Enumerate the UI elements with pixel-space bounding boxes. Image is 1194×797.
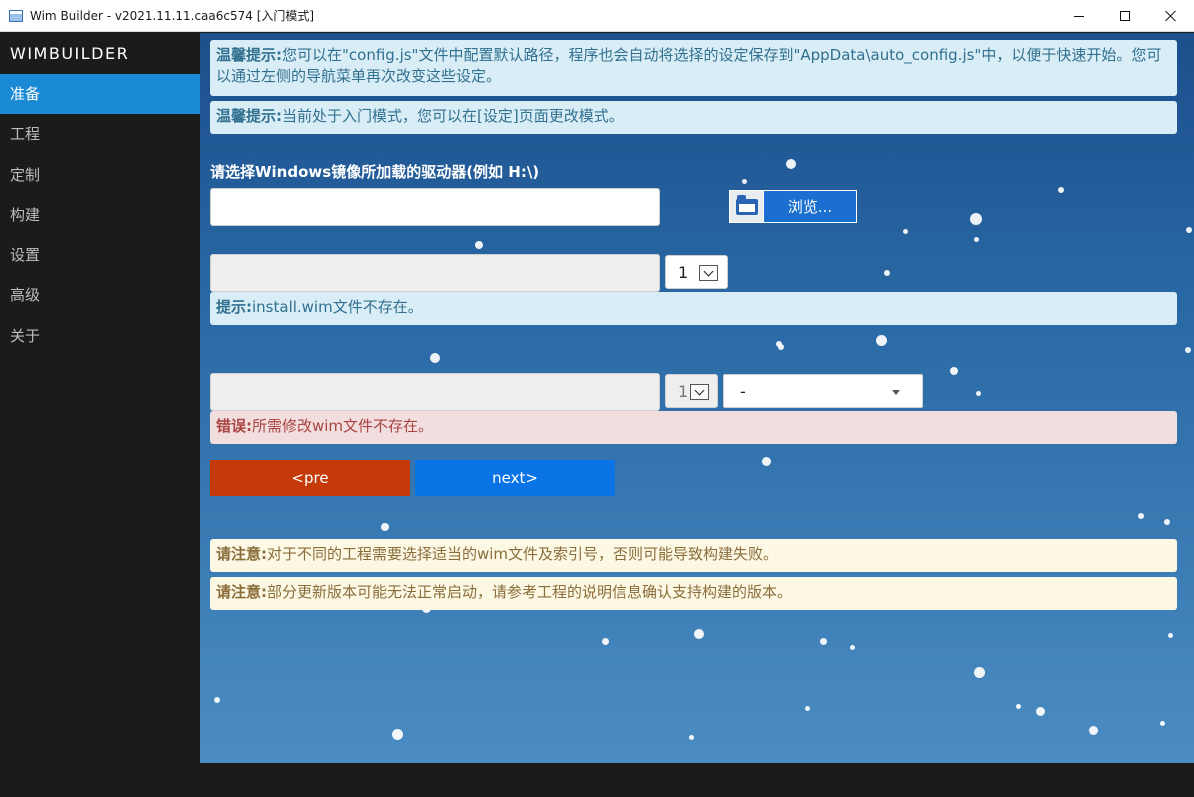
chevron-down-icon xyxy=(699,265,718,281)
snow-dot xyxy=(903,229,908,234)
snow-dot xyxy=(974,667,985,678)
note-wim-alert: 请注意:对于不同的工程需要选择适当的wim文件及索引号，否则可能导致构建失败。 xyxy=(210,539,1177,572)
sidebar-item-about[interactable]: 关于 xyxy=(0,316,200,356)
pre-button[interactable]: <pre xyxy=(210,460,410,496)
next-button[interactable]: next> xyxy=(415,460,615,496)
sidebar-item-settings[interactable]: 设置 xyxy=(0,235,200,275)
snow-dot xyxy=(786,159,796,169)
bottom-strip xyxy=(0,763,1194,797)
install-wim-path-input xyxy=(210,254,660,292)
snow-dot xyxy=(381,523,389,531)
modify-wim-dropdown-value: - xyxy=(740,381,746,401)
snow-dot xyxy=(974,237,979,242)
folder-icon xyxy=(735,194,758,215)
snow-dot xyxy=(1016,704,1021,709)
modify-wim-index-select: 1 xyxy=(665,374,718,408)
snow-dot xyxy=(475,241,483,249)
install-wim-index-select[interactable]: 1 xyxy=(665,255,728,289)
sidebar-item-prepare[interactable]: 准备 xyxy=(0,74,200,115)
window-title: Wim Builder - v2021.11.11.caa6c574 [入门模式… xyxy=(30,9,315,23)
tip-config-alert: 温馨提示:您可以在"config.js"文件中配置默认路径，程序也会自动将选择的… xyxy=(210,40,1177,96)
snow-dot xyxy=(1036,707,1045,716)
error-alert: 错误:所需修改wim文件不存在。 xyxy=(210,411,1177,444)
snow-dot xyxy=(850,645,855,650)
brand-title: WIMBUILDER xyxy=(10,44,130,63)
snow-dot xyxy=(876,335,887,346)
snow-dot xyxy=(762,457,771,466)
snow-dot xyxy=(970,213,982,225)
close-icon xyxy=(1165,10,1177,22)
sidebar-item-advanced[interactable]: 高级 xyxy=(0,275,200,315)
snow-dot xyxy=(1164,519,1170,525)
snow-dot xyxy=(392,729,403,740)
tip-config-strong: 温馨提示: xyxy=(216,46,282,64)
snow-dot xyxy=(1186,227,1192,233)
sidebar-item-customize[interactable]: 定制 xyxy=(0,155,200,195)
sidebar: WIMBUILDER 准备 工程 定制 构建 设置 高级 关于 xyxy=(0,33,200,763)
drive-label: 请选择Windows镜像所加载的驱动器(例如 H:\) xyxy=(210,163,540,181)
error-strong: 错误: xyxy=(216,417,252,435)
tip-config-text: 您可以在"config.js"文件中配置默认路径，程序也会自动将选择的设定保存到… xyxy=(216,46,1162,85)
tip-mode-text: 当前处于入门模式，您可以在[设定]页面更改模式。 xyxy=(282,107,624,125)
install-hint-text: install.wim文件不存在。 xyxy=(252,298,423,316)
chevron-down-icon xyxy=(690,384,709,400)
snow-dot xyxy=(1138,513,1144,519)
snow-dot xyxy=(778,344,784,350)
caret-down-icon xyxy=(892,390,900,395)
close-button[interactable] xyxy=(1148,0,1194,32)
install-wim-hint: 提示:install.wim文件不存在。 xyxy=(210,292,1177,325)
sidebar-item-build[interactable]: 构建 xyxy=(0,195,200,235)
window-controls xyxy=(1056,0,1194,32)
snow-dot xyxy=(805,706,810,711)
maximize-icon xyxy=(1120,11,1130,21)
install-wim-index-value: 1 xyxy=(678,262,689,282)
snow-dot xyxy=(820,638,827,645)
tip-mode-strong: 温馨提示: xyxy=(216,107,282,125)
sidebar-item-project[interactable]: 工程 xyxy=(0,114,200,154)
note-version-alert: 请注意:部分更新版本可能无法正常启动，请参考工程的说明信息确认支持构建的版本。 xyxy=(210,577,1177,610)
note-wim-strong: 请注意: xyxy=(216,545,267,563)
snow-dot xyxy=(976,391,981,396)
snow-dot xyxy=(1185,347,1191,353)
tip-mode-alert: 温馨提示:当前处于入门模式，您可以在[设定]页面更改模式。 xyxy=(210,101,1177,134)
folder-icon-box xyxy=(730,191,764,222)
modify-wim-index-value: 1 xyxy=(678,381,689,401)
snow-dot xyxy=(1058,187,1064,193)
minimize-button[interactable] xyxy=(1056,0,1102,32)
snow-dot xyxy=(742,179,747,184)
snow-dot xyxy=(214,697,220,703)
main-panel: 温馨提示:您可以在"config.js"文件中配置默认路径，程序也会自动将选择的… xyxy=(200,33,1194,763)
note-version-strong: 请注意: xyxy=(216,583,267,601)
snow-dot xyxy=(694,629,704,639)
drive-input[interactable] xyxy=(210,188,660,226)
error-text: 所需修改wim文件不存在。 xyxy=(252,417,434,435)
browse-label: 浏览... xyxy=(787,198,833,216)
modify-wim-path-input xyxy=(210,373,660,411)
snow-dot xyxy=(430,353,440,363)
app-icon xyxy=(9,9,23,22)
note-wim-text: 对于不同的工程需要选择适当的wim文件及索引号，否则可能导致构建失败。 xyxy=(267,545,779,563)
title-bar: Wim Builder - v2021.11.11.caa6c574 [入门模式… xyxy=(0,0,1194,32)
snow-dot xyxy=(1160,721,1165,726)
modify-wim-dropdown[interactable]: - xyxy=(723,374,923,408)
snow-dot xyxy=(950,367,958,375)
browse-button[interactable]: 浏览... xyxy=(729,190,857,223)
snow-dot xyxy=(602,638,609,645)
install-hint-strong: 提示: xyxy=(216,298,252,316)
snow-dot xyxy=(1089,726,1098,735)
snow-dot xyxy=(1168,633,1173,638)
snow-dot xyxy=(884,270,890,276)
maximize-button[interactable] xyxy=(1102,0,1148,32)
snow-dot xyxy=(689,735,694,740)
note-version-text: 部分更新版本可能无法正常启动，请参考工程的说明信息确认支持构建的版本。 xyxy=(267,583,793,601)
minimize-icon xyxy=(1074,15,1084,17)
